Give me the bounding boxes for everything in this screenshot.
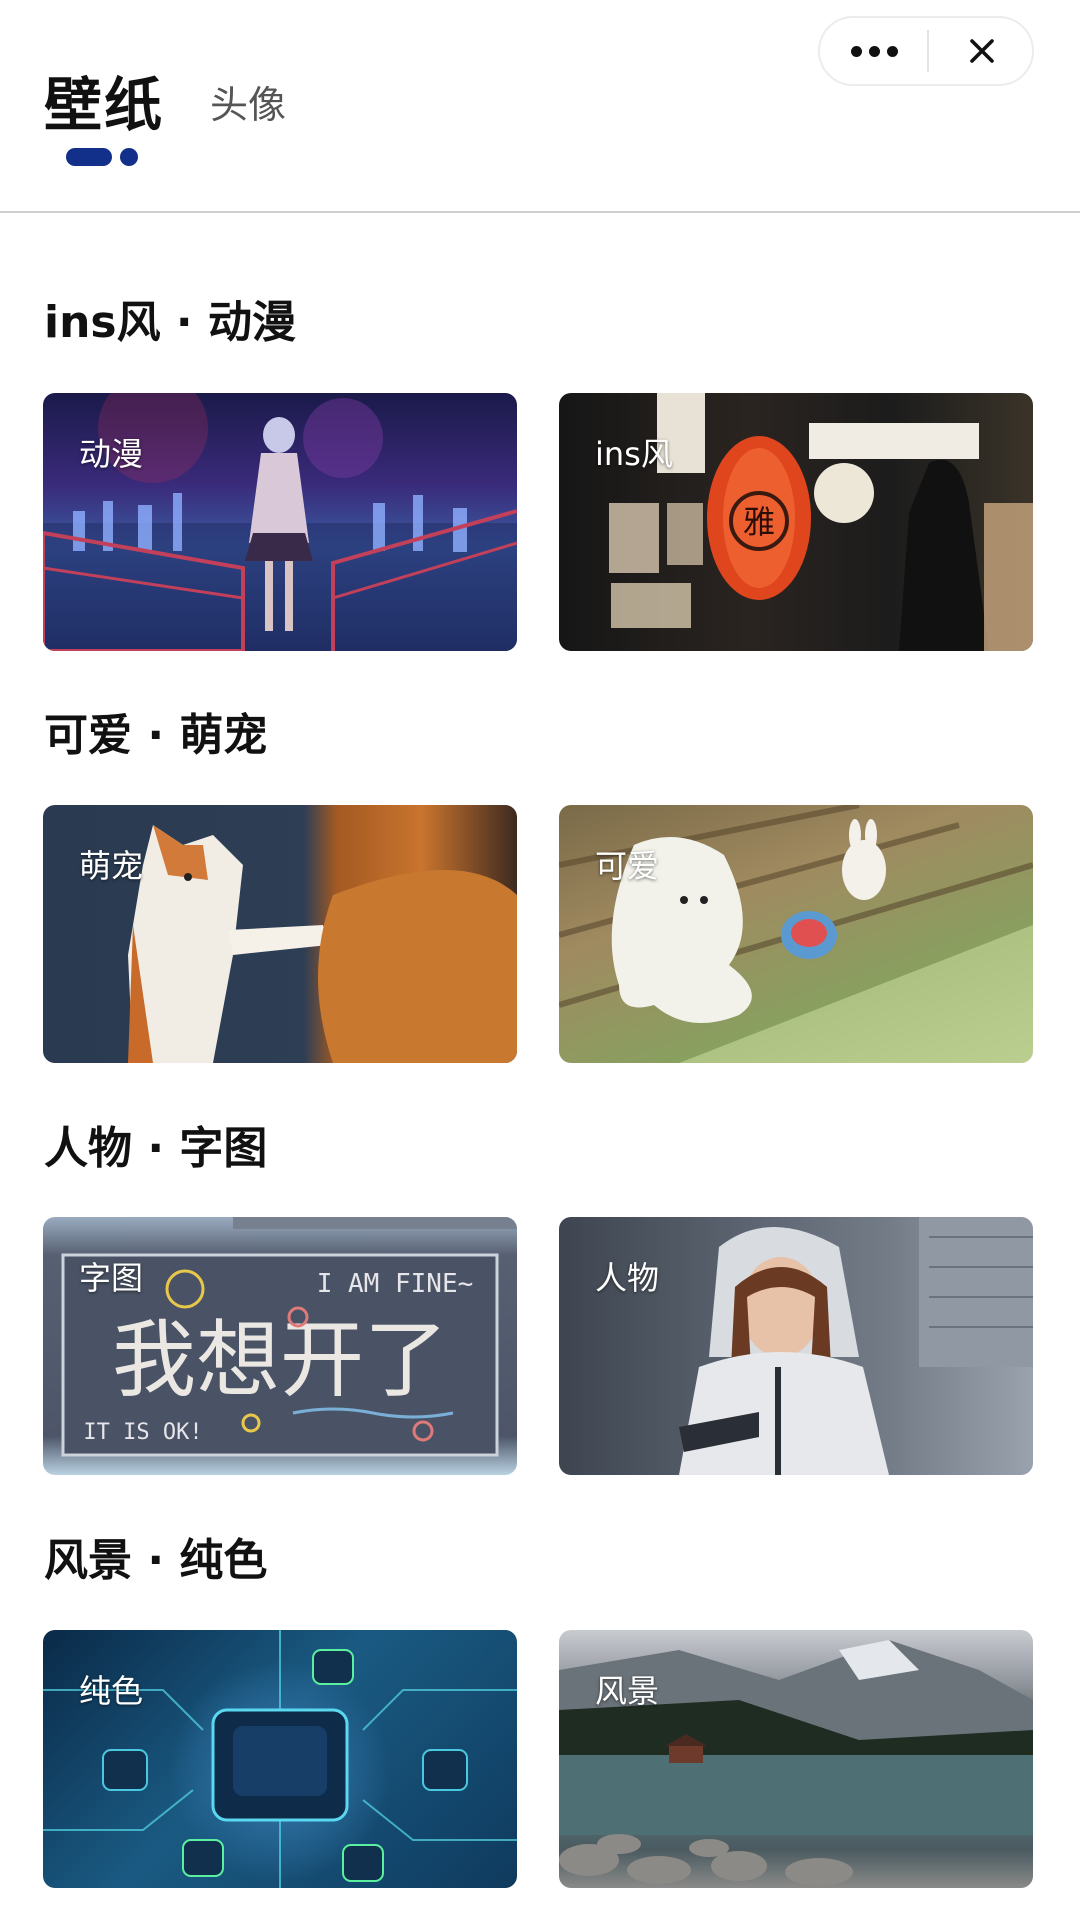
card-scenery[interactable]: 风景 — [559, 1630, 1033, 1888]
card-label: 动漫 — [79, 435, 144, 473]
tab-indicator — [66, 148, 148, 166]
tab-wallpaper[interactable]: 壁纸 — [44, 58, 164, 142]
top-header: 壁纸 头像 — [0, 0, 1080, 212]
capsule-separator — [927, 30, 929, 72]
close-icon[interactable] — [930, 18, 1034, 84]
card-label: 人物 — [595, 1259, 660, 1297]
card-anime[interactable]: 动漫 — [43, 393, 517, 651]
more-dots-icon[interactable] — [820, 18, 928, 84]
section-title-cute-pets: 可爱 · 萌宠 — [44, 710, 268, 761]
mini-program-capsule — [818, 16, 1034, 86]
card-label: 萌宠 — [79, 847, 144, 885]
text-art-bottom: IT IS OK! — [83, 1420, 202, 1445]
text-art-top: I AM FINE~ — [317, 1269, 474, 1299]
lantern-char: 雅 — [743, 503, 775, 541]
card-pets[interactable]: 萌宠 — [43, 805, 517, 1063]
card-cute[interactable]: 可爱 — [559, 805, 1033, 1063]
card-ins[interactable]: 雅 ins风 — [559, 393, 1033, 651]
card-label: 风景 — [595, 1672, 660, 1710]
section-title-scenery-solid: 风景 · 纯色 — [44, 1535, 268, 1586]
section-title-ins-anime: ins风 · 动漫 — [44, 297, 296, 348]
indicator-pill — [66, 148, 112, 166]
text-art-main: 我想开了 — [112, 1311, 448, 1409]
card-label: 纯色 — [79, 1672, 144, 1710]
card-label: ins风 — [595, 435, 673, 473]
indicator-dot — [120, 148, 138, 166]
tab-avatar[interactable]: 头像 — [210, 74, 286, 129]
section-title-people-text: 人物 · 字图 — [44, 1123, 268, 1174]
card-solid-color[interactable]: 纯色 — [43, 1630, 517, 1888]
card-person[interactable]: 人物 — [559, 1217, 1033, 1475]
card-text-art[interactable]: I AM FINE~ 我想开了 IT IS OK! 字图 — [43, 1217, 517, 1475]
header-divider — [0, 211, 1080, 213]
card-label: 可爱 — [595, 847, 660, 885]
card-label: 字图 — [79, 1259, 144, 1297]
